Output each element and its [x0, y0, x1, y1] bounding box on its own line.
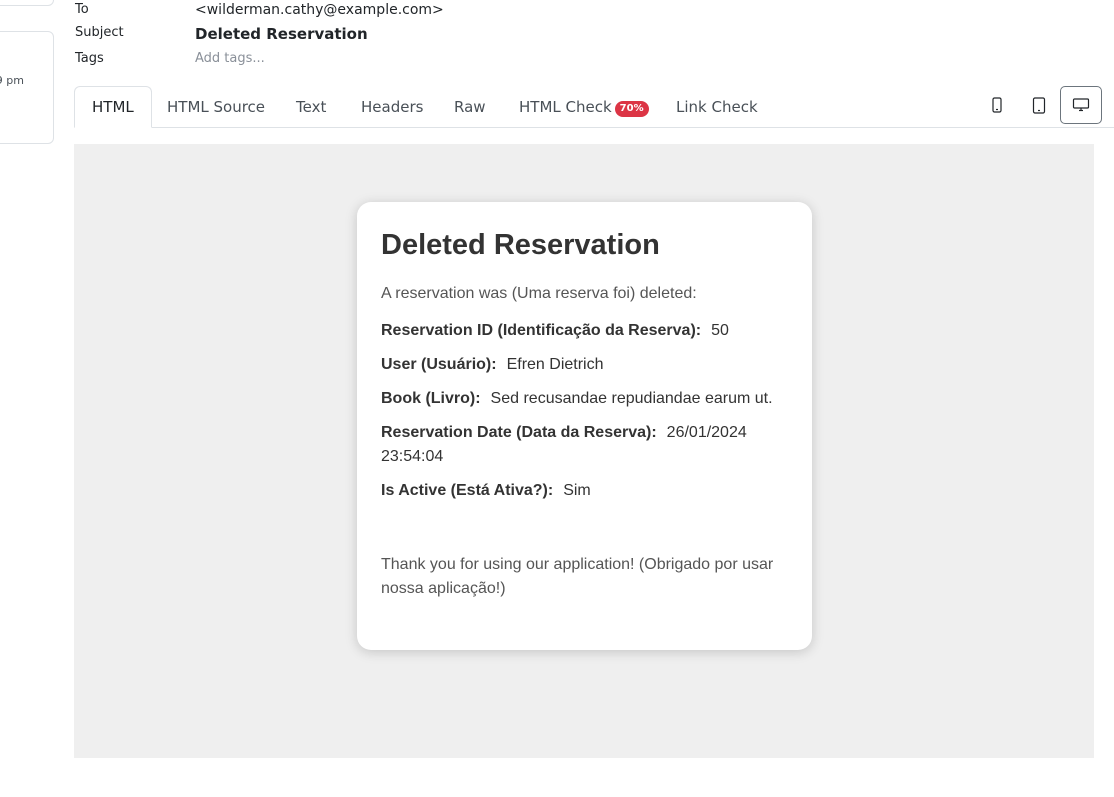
field-reservation-id: Reservation ID (Identificação da Reserva…	[381, 319, 788, 343]
email-viewer: 9 pm To <wilderman.cathy@example.com> Su…	[0, 0, 1114, 797]
message-list-card-selected[interactable]: 9 pm	[0, 31, 54, 144]
email-thanks: Thank you for using our application! (Ob…	[381, 556, 774, 597]
html-check-score-badge: 70%	[614, 101, 649, 117]
message-time: 9 pm	[0, 74, 24, 87]
phone-view-button[interactable]	[976, 86, 1018, 124]
tab-text[interactable]: Text	[279, 86, 343, 128]
desktop-icon	[1072, 98, 1090, 112]
field-reservation-date: Reservation Date (Data da Reserva): 26/01…	[381, 421, 788, 469]
tab-link-check[interactable]: Link Check	[659, 86, 775, 128]
field-label: Reservation ID (Identificação da Reserva…	[381, 322, 702, 339]
field-label: Reservation Date (Data da Reserva):	[381, 424, 657, 441]
email-card: Deleted Reservation A reservation was (U…	[357, 202, 812, 650]
message-list-card[interactable]	[0, 0, 54, 6]
email-title: Deleted Reservation	[381, 229, 660, 261]
tab-raw[interactable]: Raw	[437, 86, 503, 128]
tags-input[interactable]: Add tags...	[195, 51, 265, 66]
view-tabs: HTML HTML Source Text Headers Raw HTML C…	[74, 86, 1114, 128]
tab-headers[interactable]: Headers	[344, 86, 440, 128]
field-user: User (Usuário): Efren Dietrich	[381, 353, 788, 377]
to-label: To	[75, 2, 89, 17]
tags-label: Tags	[75, 51, 104, 66]
field-value: Sed recusandae repudiandae earum ut.	[490, 390, 773, 407]
tab-html[interactable]: HTML	[74, 86, 152, 128]
field-label: Book (Livro):	[381, 390, 481, 407]
field-value: Sim	[563, 482, 591, 499]
email-intro: A reservation was (Uma reserva foi) dele…	[381, 285, 697, 302]
tablet-icon	[1032, 96, 1046, 114]
desktop-view-button[interactable]	[1060, 86, 1102, 124]
field-label: User (Usuário):	[381, 356, 497, 373]
to-value[interactable]: <wilderman.cathy@example.com>	[195, 2, 444, 18]
field-value: Efren Dietrich	[506, 356, 604, 373]
tab-html-check[interactable]: HTML Check 70%	[502, 86, 666, 128]
field-book: Book (Livro): Sed recusandae repudiandae …	[381, 387, 788, 411]
field-label: Is Active (Está Ativa?):	[381, 482, 554, 499]
tablet-view-button[interactable]	[1018, 86, 1060, 124]
tab-html-source[interactable]: HTML Source	[150, 86, 282, 128]
field-is-active: Is Active (Está Ativa?): Sim	[381, 479, 788, 503]
field-value: 50	[711, 322, 729, 339]
subject-value: Deleted Reservation	[195, 25, 368, 43]
phone-icon	[992, 97, 1002, 113]
email-preview: Deleted Reservation A reservation was (U…	[74, 144, 1094, 758]
subject-label: Subject	[75, 25, 124, 40]
